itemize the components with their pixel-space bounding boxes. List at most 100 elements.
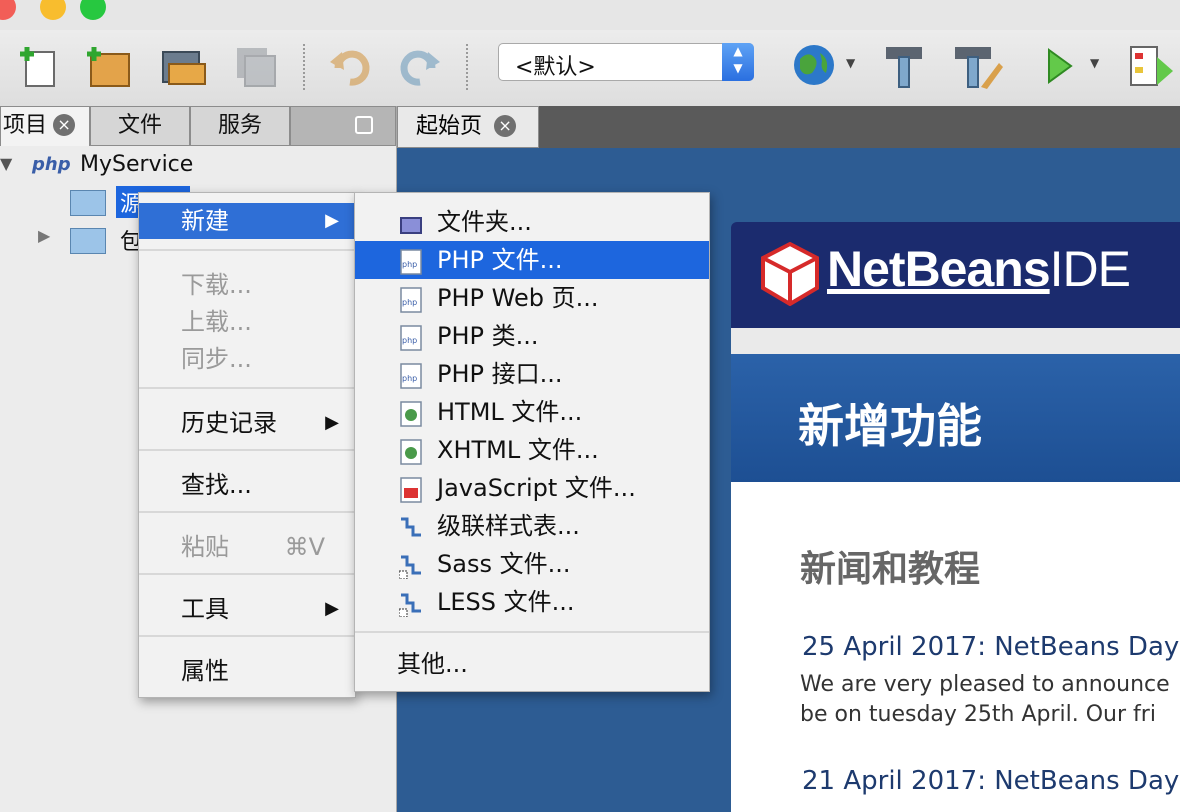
- close-window-button[interactable]: [0, 0, 16, 20]
- menu-separator: [139, 449, 355, 451]
- section-title: 新增功能: [798, 399, 982, 453]
- folder-icon: [399, 210, 423, 234]
- menu-item-paste[interactable]: 粘贴 ⌘V: [139, 529, 355, 565]
- submenu-item-xhtml-file[interactable]: XHTML 文件...: [355, 431, 709, 469]
- zoom-window-button[interactable]: [80, 0, 106, 20]
- php-file-icon: php: [399, 362, 423, 389]
- menu-item-upload[interactable]: 上载...: [139, 304, 355, 340]
- tab-projects[interactable]: 项目 ×: [0, 106, 90, 146]
- svg-text:php: php: [402, 374, 417, 383]
- menu-separator: [355, 631, 709, 633]
- library-folder-icon: [70, 228, 106, 254]
- tab-label: 服务: [217, 113, 262, 138]
- tab-files[interactable]: 文件: [90, 106, 190, 146]
- menu-item-find[interactable]: 查找...: [139, 467, 355, 503]
- tab-start-page[interactable]: 起始页 ×: [397, 106, 539, 148]
- menu-separator: [139, 573, 355, 575]
- submenu-item-php-interface[interactable]: php PHP 接口...: [355, 355, 709, 393]
- new-submenu: 文件夹... php PHP 文件... php PHP Web 页... ph…: [354, 192, 710, 692]
- svg-text:php: php: [402, 336, 417, 345]
- html-file-icon: [399, 400, 423, 427]
- new-file-icon[interactable]: [16, 42, 60, 90]
- menu-item-tools[interactable]: 工具 ▶: [139, 591, 355, 627]
- redo-icon[interactable]: [396, 42, 444, 90]
- close-icon[interactable]: ×: [494, 115, 517, 137]
- php-file-icon: php: [399, 324, 423, 351]
- close-icon[interactable]: ×: [53, 114, 76, 136]
- minimize-window-button[interactable]: [40, 0, 66, 20]
- shortcut-label: ⌘V: [284, 533, 325, 561]
- tab-services[interactable]: 服务: [190, 106, 290, 146]
- save-all-icon[interactable]: [232, 42, 280, 90]
- run-icon[interactable]: [1040, 42, 1080, 90]
- submenu-arrow-icon: ▶: [325, 412, 339, 433]
- netbeans-banner: NetBeansIDE: [731, 222, 1180, 328]
- submenu-item-less-file[interactable]: LESS 文件...: [355, 583, 709, 621]
- submenu-item-php-file[interactable]: php PHP 文件...: [355, 241, 709, 279]
- banner-stripe: [731, 328, 1180, 354]
- menu-item-new[interactable]: 新建 ▶: [139, 203, 355, 239]
- news-headline-link[interactable]: 25 April 2017: NetBeans Day: [802, 632, 1179, 662]
- main-toolbar: <默认> ▲ ▼ ▼ ▼: [0, 30, 1180, 107]
- menu-item-history[interactable]: 历史记录 ▶: [139, 405, 355, 441]
- less-file-icon: [398, 590, 423, 618]
- window-title-bar: [0, 0, 1180, 30]
- debug-icon[interactable]: [1126, 42, 1176, 90]
- tab-label: 项目: [3, 113, 48, 138]
- expand-arrow-icon[interactable]: ▼: [0, 154, 12, 173]
- toolbar-separator: [466, 44, 468, 90]
- clean-build-icon[interactable]: [950, 42, 1004, 90]
- project-name: MyService: [80, 152, 194, 177]
- tab-label: 起始页: [416, 114, 483, 139]
- news-title: 新闻和教程: [800, 549, 981, 590]
- submenu-arrow-icon: ▶: [325, 210, 339, 231]
- configuration-value: <默认>: [515, 55, 596, 80]
- menu-item-download[interactable]: 下载...: [139, 267, 355, 303]
- submenu-item-other[interactable]: 其他...: [355, 645, 709, 683]
- dropdown-arrow-icon[interactable]: ▼: [846, 56, 855, 70]
- minimize-panel-icon[interactable]: [355, 116, 373, 134]
- menu-separator: [139, 387, 355, 389]
- menu-item-sync[interactable]: 同步...: [139, 341, 355, 377]
- source-folder-icon: [70, 190, 106, 216]
- submenu-item-css[interactable]: 级联样式表...: [355, 507, 709, 545]
- menu-separator: [139, 635, 355, 637]
- svg-text:php: php: [402, 298, 417, 307]
- php-file-icon: php: [399, 248, 423, 275]
- submenu-item-javascript-file[interactable]: JavaScript 文件...: [355, 469, 709, 507]
- build-hammer-icon[interactable]: [880, 42, 928, 90]
- php-file-icon: php: [399, 286, 423, 313]
- dropdown-arrow-icon[interactable]: ▼: [1090, 56, 1099, 70]
- submenu-item-folder[interactable]: 文件夹...: [355, 203, 709, 241]
- globe-icon[interactable]: [790, 42, 840, 90]
- news-body-text: be on tuesday 25th April. Our fri: [800, 702, 1156, 727]
- html-file-icon: [399, 438, 423, 465]
- news-headline-link[interactable]: 21 April 2017: NetBeans Day: [802, 766, 1179, 796]
- news-body-text: We are very pleased to announce: [800, 672, 1170, 697]
- tab-bar-filler: [290, 106, 396, 146]
- menu-item-properties[interactable]: 属性: [139, 653, 355, 689]
- undo-icon[interactable]: [326, 42, 374, 90]
- submenu-item-php-web-page[interactable]: php PHP Web 页...: [355, 279, 709, 317]
- netbeans-logo-text: NetBeansIDE: [827, 241, 1131, 297]
- js-file-icon: [399, 476, 423, 503]
- php-project-icon: php: [32, 154, 71, 175]
- toolbar-separator: [303, 44, 305, 90]
- netbeans-logo-icon: [759, 241, 821, 310]
- css-file-icon: [399, 514, 423, 538]
- submenu-arrow-icon: ▶: [325, 598, 339, 619]
- context-menu: 新建 ▶ 下载... 上载... 同步... 历史记录 ▶ 查找... 粘贴 ⌘V 工…: [138, 192, 356, 698]
- expand-arrow-icon[interactable]: ▶: [38, 226, 50, 245]
- chevron-updown-icon: ▲ ▼: [722, 43, 754, 81]
- open-project-icon[interactable]: [158, 42, 208, 90]
- tab-label: 文件: [117, 113, 162, 138]
- new-project-icon[interactable]: [84, 42, 132, 90]
- menu-separator: [139, 511, 355, 513]
- configuration-select[interactable]: <默认> ▲ ▼: [498, 43, 754, 81]
- svg-text:php: php: [402, 260, 417, 269]
- submenu-item-php-class[interactable]: php PHP 类...: [355, 317, 709, 355]
- submenu-item-html-file[interactable]: HTML 文件...: [355, 393, 709, 431]
- submenu-item-sass-file[interactable]: Sass 文件...: [355, 545, 709, 583]
- menu-separator: [139, 249, 355, 251]
- sass-file-icon: [398, 552, 423, 580]
